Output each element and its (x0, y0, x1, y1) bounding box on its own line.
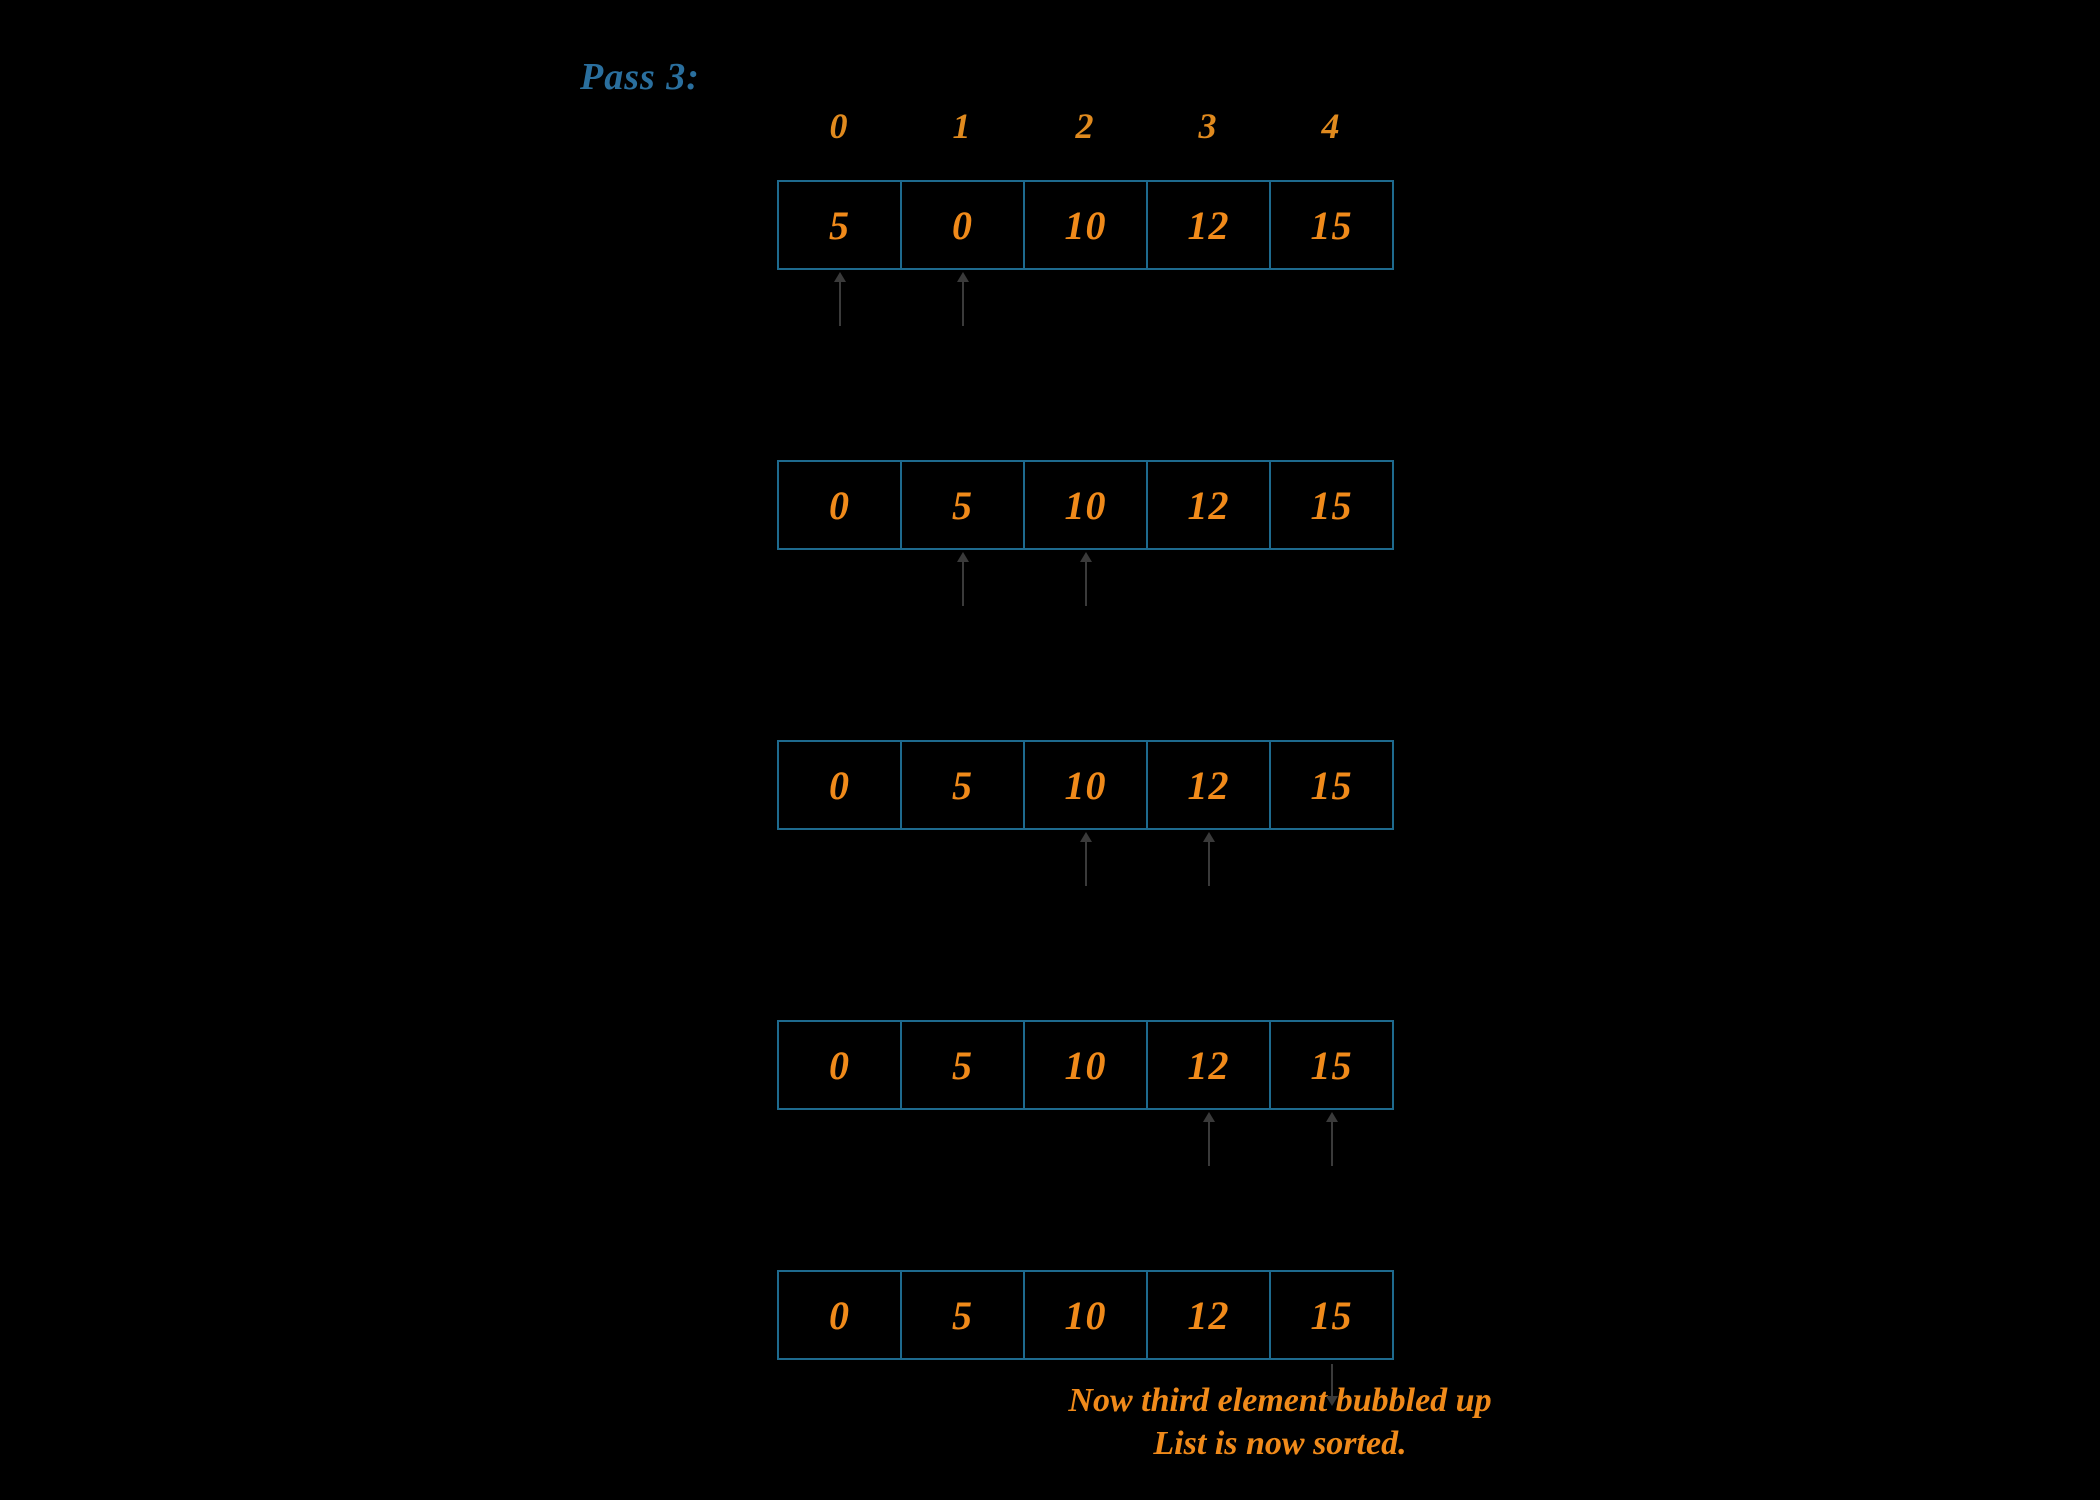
array-cell: 15 (1271, 1022, 1392, 1108)
compare-arrow-up-icon (1085, 554, 1087, 606)
index-0: 0 (777, 105, 900, 147)
index-4: 4 (1269, 105, 1392, 147)
array-cell: 5 (779, 182, 902, 268)
diagram-stage: Pass 3: 0 1 2 3 4 Now third element bubb… (0, 0, 2100, 1500)
array-row-0: 50101215 (777, 180, 1394, 270)
array-cell: 5 (902, 462, 1025, 548)
array-cell: 12 (1148, 182, 1271, 268)
array-cell: 12 (1148, 462, 1271, 548)
caption-line-1: Now third element bubbled up (1068, 1382, 1491, 1419)
index-row: 0 1 2 3 4 (777, 105, 1392, 147)
array-row-3: 05101215 (777, 1020, 1394, 1110)
index-1: 1 (900, 105, 1023, 147)
index-3: 3 (1146, 105, 1269, 147)
compare-arrow-up-icon (1331, 1114, 1333, 1166)
array-cell: 5 (902, 742, 1025, 828)
caption-line-2: List is now sorted. (1153, 1425, 1406, 1462)
result-caption: Now third element bubbled up List is now… (1020, 1380, 1540, 1465)
compare-arrow-up-icon (839, 274, 841, 326)
compare-arrow-up-icon (962, 274, 964, 326)
index-2: 2 (1023, 105, 1146, 147)
array-cell: 15 (1271, 462, 1392, 548)
array-row-1: 05101215 (777, 460, 1394, 550)
array-cell: 15 (1271, 742, 1392, 828)
compare-arrow-up-icon (1085, 834, 1087, 886)
array-cell: 10 (1025, 1272, 1148, 1358)
array-cell: 10 (1025, 462, 1148, 548)
compare-arrow-up-icon (1208, 834, 1210, 886)
array-cell: 12 (1148, 742, 1271, 828)
array-cell: 0 (779, 742, 902, 828)
array-cell: 10 (1025, 1022, 1148, 1108)
array-cell: 0 (779, 462, 902, 548)
array-cell: 12 (1148, 1272, 1271, 1358)
compare-arrow-up-icon (1208, 1114, 1210, 1166)
array-cell: 0 (779, 1022, 902, 1108)
array-cell: 10 (1025, 742, 1148, 828)
compare-arrow-up-icon (962, 554, 964, 606)
array-cell: 0 (902, 182, 1025, 268)
array-cell: 5 (902, 1022, 1025, 1108)
array-cell: 15 (1271, 1272, 1392, 1358)
array-cell: 0 (779, 1272, 902, 1358)
array-row-4: 05101215 (777, 1270, 1394, 1360)
array-cell: 5 (902, 1272, 1025, 1358)
result-arrow-down-icon (1331, 1364, 1333, 1404)
array-cell: 15 (1271, 182, 1392, 268)
array-cell: 10 (1025, 182, 1148, 268)
array-cell: 12 (1148, 1022, 1271, 1108)
array-row-2: 05101215 (777, 740, 1394, 830)
pass-label: Pass 3: (580, 55, 700, 99)
